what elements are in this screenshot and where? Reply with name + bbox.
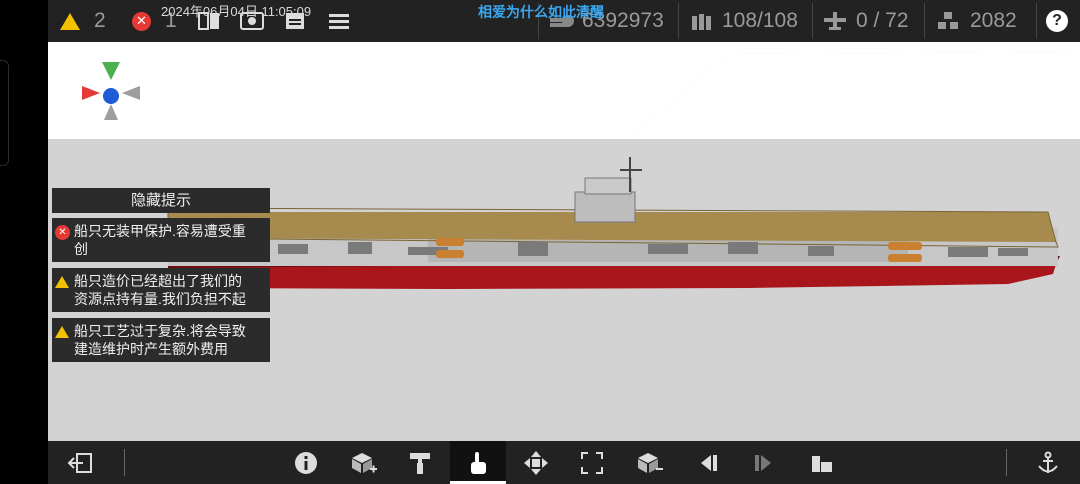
- divider: [124, 449, 125, 476]
- remove-part-button[interactable]: [630, 441, 670, 484]
- touch-select-button[interactable]: [458, 441, 498, 484]
- bottom-toolbar: [48, 441, 1080, 484]
- aircraft-icon: [824, 12, 846, 30]
- aircraft-carrier-model[interactable]: [167, 157, 1060, 289]
- error-icon: ✕: [55, 225, 70, 240]
- scale-button[interactable]: [572, 441, 612, 484]
- paint-button[interactable]: [400, 441, 440, 484]
- redo-button[interactable]: [744, 441, 784, 484]
- hint-text-line2: 建造维护时产生额外费用: [74, 341, 228, 357]
- info-button[interactable]: [286, 441, 326, 484]
- hint-text-line2: 资源点持有量.我们负担不起: [74, 291, 246, 307]
- hand-pointer-icon: [471, 451, 486, 474]
- ammo-stat: 108/108: [690, 0, 798, 42]
- warning-count: 2: [94, 9, 106, 32]
- menu-icon: [329, 14, 349, 29]
- warning-icon: [55, 326, 69, 338]
- step-back-icon: [701, 454, 717, 471]
- exit-button[interactable]: [60, 441, 100, 484]
- move-button[interactable]: [516, 441, 556, 484]
- hint-item: 船只工艺过于复杂.将会导致 建造维护时产生额外费用: [52, 318, 270, 362]
- step-forward-icon: [755, 454, 771, 471]
- resize-icon: [581, 451, 603, 474]
- aircraft-value: 0 / 72: [856, 9, 909, 32]
- device-bezel: [0, 0, 48, 484]
- error-icon: ✕: [132, 11, 151, 31]
- resources-icon: [938, 12, 958, 29]
- info-icon: [295, 451, 317, 474]
- divider: [1036, 3, 1037, 39]
- exit-icon: [67, 452, 92, 473]
- remove-cube-icon: [638, 452, 663, 473]
- menu-button[interactable]: [328, 0, 350, 42]
- undo-button[interactable]: [688, 441, 728, 484]
- aircraft-stat: 0 / 72: [822, 0, 909, 42]
- resources-value: 2082: [970, 9, 1017, 32]
- warning-icon: [55, 276, 69, 288]
- orientation-gizmo[interactable]: [78, 56, 144, 122]
- gizmo-y-axis[interactable]: [102, 62, 120, 80]
- hide-hints-button[interactable]: 隐藏提示: [52, 188, 270, 213]
- paint-roller-icon: [410, 452, 430, 474]
- gizmo-neg-y-axis[interactable]: [104, 104, 118, 120]
- watermark-title: 相爱为什么如此清醒: [478, 4, 604, 20]
- divider: [812, 3, 813, 39]
- warning-icon: [60, 12, 80, 30]
- warning-counter[interactable]: 2: [60, 0, 106, 42]
- anchor-icon: [1038, 451, 1058, 473]
- divider: [678, 3, 679, 39]
- ammo-value: 108/108: [722, 9, 798, 32]
- add-part-button[interactable]: [344, 441, 384, 484]
- ammo-icon: [692, 14, 711, 30]
- anchor-button[interactable]: [1028, 441, 1068, 484]
- hint-item: ✕ 船只无装甲保护.容易遭受重 创: [52, 218, 270, 262]
- screenshot-timestamp: 2024年06月04日 11:05:09: [161, 4, 312, 19]
- add-cube-icon: [352, 452, 377, 473]
- gizmo-neg-x-axis[interactable]: [122, 86, 140, 100]
- hint-text-line1: 船只造价已经超出了我们的: [74, 273, 242, 289]
- hint-item: 船只造价已经超出了我们的 资源点持有量.我们负担不起: [52, 268, 270, 312]
- resources-stat: 2082: [936, 0, 1017, 42]
- hint-text-line1: 船只工艺过于复杂.将会导致: [74, 323, 246, 339]
- hint-text-line2: 创: [74, 241, 88, 257]
- help-icon: ?: [1046, 10, 1068, 32]
- dock-button[interactable]: [802, 441, 842, 484]
- gizmo-x-axis[interactable]: [82, 86, 100, 100]
- hints-panel: 隐藏提示 ✕ 船只无装甲保护.容易遭受重 创 船只造价已经超出了我们的 资源点持…: [52, 188, 270, 368]
- device-notch: [0, 60, 9, 166]
- hint-text-line1: 船只无装甲保护.容易遭受重: [74, 223, 246, 239]
- divider: [924, 3, 925, 39]
- gizmo-z-axis[interactable]: [103, 88, 119, 104]
- move-arrows-icon: [524, 450, 548, 475]
- cargo-icon: [812, 455, 832, 472]
- divider: [1006, 449, 1007, 476]
- help-button[interactable]: ?: [1046, 0, 1068, 42]
